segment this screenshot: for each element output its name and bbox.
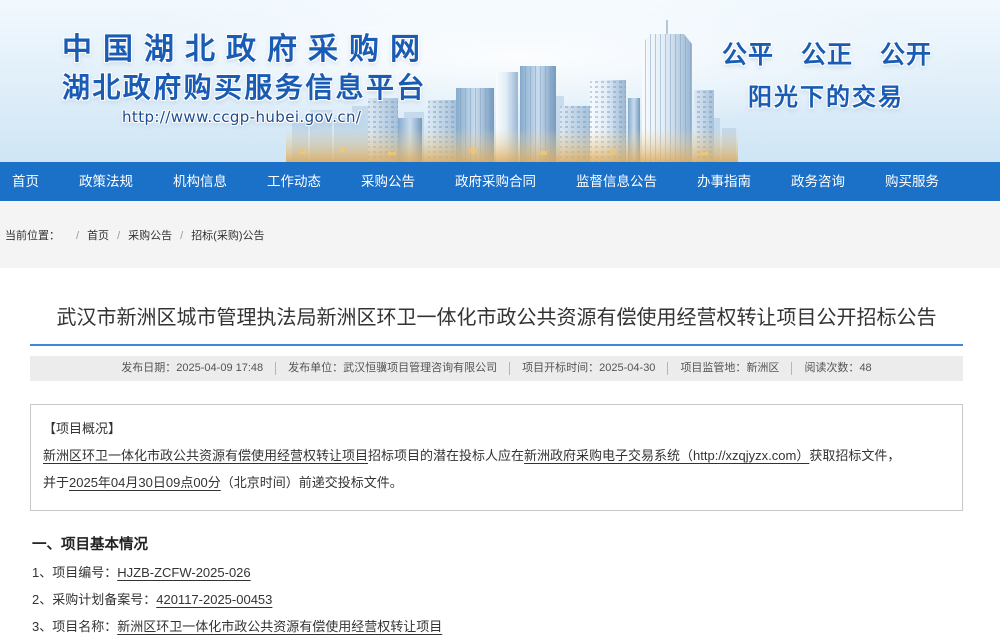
overview-heading: 【项目概况】 — [43, 421, 122, 436]
site-banner: 中国湖北政府采购网 湖北政府购买服务信息平台 http://www.ccgp-h… — [0, 0, 1000, 162]
meta-value: 2025-04-30 — [599, 361, 656, 374]
meta-label: 阅读次数： — [804, 361, 860, 374]
overview-deadline: 2025年04月30日09点00分 — [69, 475, 221, 490]
field-label: 3、项目名称： — [32, 619, 118, 634]
article-meta-bar: 发布日期：2025-04-09 17:48 发布单位：武汉恒骥项目管理咨询有限公司… — [30, 356, 963, 381]
meta-value: 新洲区 — [746, 361, 780, 374]
nav-item-consultation[interactable]: 政务咨询 — [791, 162, 845, 201]
section-items: 1、项目编号：HJZB-ZCFW-2025-026 2、采购计划备案号：4201… — [32, 559, 442, 637]
breadcrumb-separator: / — [76, 230, 80, 242]
section-heading: 一、项目基本情况 — [32, 537, 148, 553]
project-overview-box: 【项目概况】 新洲区环卫一体化市政公共资源有偿使用经营权转让项目招标项目的潜在投… — [30, 404, 963, 511]
slogan-word: 公正 — [801, 41, 854, 69]
meta-label: 项目开标时间： — [522, 361, 600, 374]
field-label: 2、采购计划备案号： — [32, 592, 157, 607]
plan-filing-number-row: 2、采购计划备案号：420117-2025-00453 — [32, 586, 442, 613]
meta-publish-date: 发布日期：2025-04-09 17:48 — [109, 362, 275, 375]
main-nav: 首页 政策法规 机构信息 工作动态 采购公告 政府采购合同 监督信息公告 办事指… — [0, 162, 1000, 201]
nav-item-purchase-services[interactable]: 购买服务 — [885, 162, 939, 201]
title-divider — [30, 344, 963, 346]
nav-item-work-news[interactable]: 工作动态 — [267, 162, 321, 201]
project-number-row: 1、项目编号：HJZB-ZCFW-2025-026 — [32, 559, 442, 586]
article-title: 武汉市新洲区城市管理执法局新洲区环卫一体化市政公共资源有偿使用经营权转让项目公开… — [56, 307, 937, 329]
meta-label: 项目监管地： — [680, 361, 747, 374]
site-url: http://www.ccgp-hubei.gov.cn/ — [122, 108, 362, 126]
meta-publisher: 发布单位：武汉恒骥项目管理咨询有限公司 — [275, 361, 509, 375]
field-label: 1、项目编号： — [32, 565, 118, 580]
project-name-value: 新洲区环卫一体化市政公共资源有偿使用经营权转让项目 — [117, 619, 443, 634]
nav-item-agencies[interactable]: 机构信息 — [173, 162, 227, 201]
slogan-sunshine-trading: 阳光下的交易 — [748, 84, 904, 111]
meta-label: 发布日期： — [121, 361, 177, 374]
breadcrumb-separator: / — [180, 230, 184, 242]
trading-system-link[interactable]: 新洲政府采购电子交易系统（http://xzqjyzx.com） — [524, 448, 809, 463]
breadcrumb-separator: / — [117, 230, 121, 242]
nav-item-guide[interactable]: 办事指南 — [697, 162, 751, 201]
breadcrumb-home[interactable]: 首页 — [87, 230, 109, 242]
nav-item-procurement-notices[interactable]: 采购公告 — [361, 162, 415, 201]
platform-title: 湖北政府购买服务信息平台 — [62, 72, 427, 103]
breadcrumb: 当前位置： / 首页 / 采购公告 / 招标(采购)公告 — [5, 228, 265, 244]
overview-project-name: 新洲区环卫一体化市政公共资源有偿使用经营权转让项目 — [43, 448, 369, 463]
slogan-word: 公开 — [880, 41, 933, 69]
overview-line: 新洲区环卫一体化市政公共资源有偿使用经营权转让项目招标项目的潜在投标人应在新洲政… — [43, 442, 950, 469]
overview-line: 并于2025年04月30日09点00分（北京时间）前递交投标文件。 — [43, 469, 950, 496]
overview-text: 获取招标文件， — [809, 448, 901, 463]
breadcrumb-tender-notices[interactable]: 招标(采购)公告 — [191, 230, 264, 242]
nav-item-policies[interactable]: 政策法规 — [79, 162, 133, 201]
project-name-row: 3、项目名称：新洲区环卫一体化市政公共资源有偿使用经营权转让项目 — [32, 613, 442, 637]
meta-read-count: 阅读次数：48 — [791, 361, 883, 375]
slogan-word: 公平 — [722, 41, 775, 69]
meta-value: 武汉恒骥项目管理咨询有限公司 — [343, 361, 498, 374]
breadcrumb-procurement-notices[interactable]: 采购公告 — [128, 230, 172, 242]
overview-text: （北京时间）前递交投标文件。 — [220, 475, 403, 490]
meta-value: 48 — [859, 361, 872, 374]
page: 中国湖北政府采购网 湖北政府购买服务信息平台 http://www.ccgp-h… — [0, 0, 1000, 637]
breadcrumb-label: 当前位置： — [5, 230, 60, 242]
meta-supervision-area: 项目监管地：新洲区 — [667, 361, 791, 375]
meta-value: 2025-04-09 17:48 — [176, 361, 264, 374]
site-title[interactable]: 中国湖北政府采购网 — [62, 32, 431, 68]
overview-text: 并于 — [43, 475, 70, 490]
slogan-fair-just-open: 公平 公正 公开 — [722, 40, 959, 70]
overview-text: 招标项目的潜在投标人应在 — [368, 448, 525, 463]
nav-item-supervision[interactable]: 监督信息公告 — [576, 162, 657, 201]
nav-item-home[interactable]: 首页 — [12, 162, 39, 201]
plan-filing-number-value: 420117-2025-00453 — [156, 592, 273, 607]
meta-opening-date: 项目开标时间：2025-04-30 — [509, 361, 667, 375]
project-number-value: HJZB-ZCFW-2025-026 — [117, 565, 251, 580]
nav-item-contracts[interactable]: 政府采购合同 — [455, 162, 536, 201]
meta-label: 发布单位： — [288, 361, 344, 374]
